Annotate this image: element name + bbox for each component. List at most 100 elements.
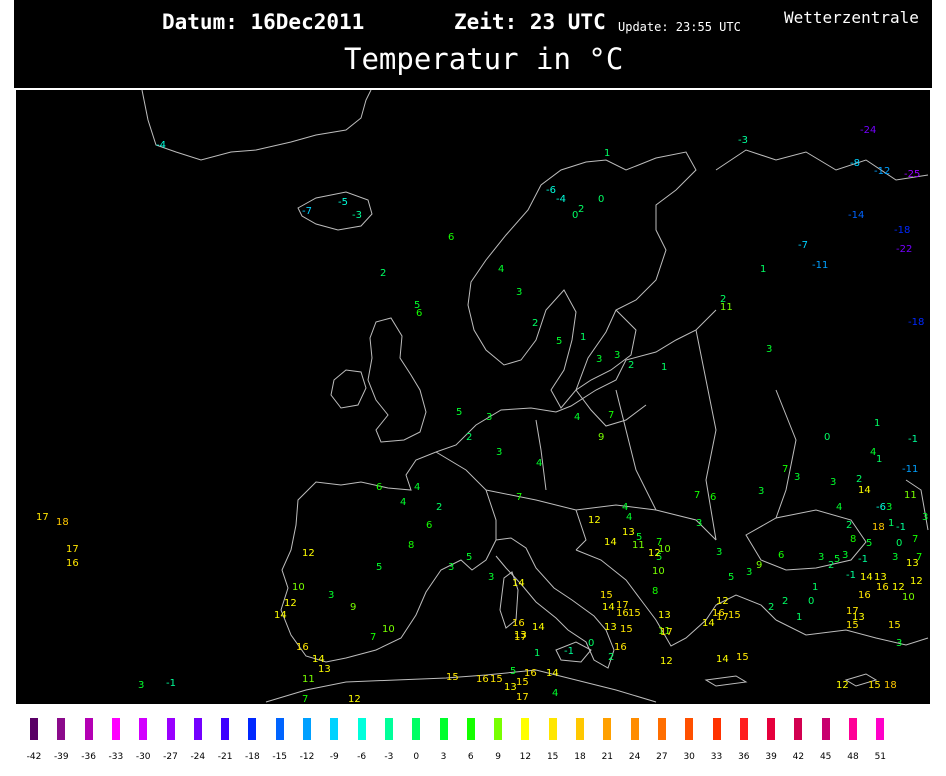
station-temperature: 14	[546, 668, 559, 679]
legend-swatch	[384, 718, 393, 740]
map-title: Temperatur in °C	[344, 42, 624, 76]
station-temperature: 16	[476, 674, 489, 685]
station-temperature: 5	[556, 336, 562, 347]
station-temperature: -3	[738, 135, 748, 146]
legend-tick-label: 21	[601, 752, 614, 762]
legend-tick-label: -18	[245, 752, 260, 762]
map-window: Datum: 16Dec2011 Zeit: 23 UTC Update: 23…	[14, 0, 932, 706]
station-temperature: 3	[830, 477, 836, 488]
station-temperature: 7	[782, 464, 788, 475]
station-temperature: 12	[348, 694, 361, 704]
station-temperature: -7	[302, 206, 312, 217]
legend-swatch	[548, 718, 557, 740]
station-temperature: 7	[694, 490, 700, 501]
station-temperature: 15	[868, 680, 881, 691]
legend-tick-label: -39	[53, 752, 69, 762]
station-temperature: 13	[318, 664, 331, 675]
legend-tick-label: 42	[792, 752, 805, 762]
station-temperature: 3	[138, 680, 144, 691]
legend-swatch	[876, 718, 885, 740]
temperature-map[interactable]: -4 -5 -3 -7 6 2 5 6 -3 -24 -8 -12 -25 -14 -7 -18 -22 -11-…	[14, 88, 932, 706]
station-temperature: 3	[886, 502, 892, 513]
station-temperature: 7	[370, 632, 376, 643]
legend-tick-label: 36	[738, 752, 750, 762]
legend-tick-label: -3	[384, 752, 394, 762]
station-temperature: 17	[660, 627, 673, 638]
station-temperature: 13	[504, 682, 517, 693]
station-temperature: 18	[884, 680, 897, 691]
station-temperature: 7	[916, 552, 922, 563]
station-temperature: -11	[812, 260, 828, 271]
station-temperature: 3	[696, 518, 702, 529]
station-temperature: 13	[604, 622, 617, 633]
station-temperature: 2	[608, 652, 614, 663]
station-temperature: 17	[846, 606, 859, 617]
legend-swatch	[357, 718, 366, 740]
station-temperature: 2	[436, 502, 442, 513]
source-label: Wetterzentrale	[784, 8, 919, 27]
legend-swatch	[57, 718, 66, 740]
station-temperature: -8	[850, 158, 860, 169]
station-temperature: -18	[894, 225, 910, 236]
station-temperature: 4	[414, 482, 420, 493]
station-temperature: 2	[768, 602, 774, 613]
station-temperature: 3	[496, 447, 502, 458]
station-temperature: -3	[352, 210, 362, 221]
legend-tick-label: 12	[519, 752, 532, 762]
legend-tick-label: -42	[26, 752, 42, 762]
station-temperature: 18	[56, 517, 69, 528]
station-temperature: 6	[448, 232, 454, 243]
station-temperature: -1	[846, 570, 856, 581]
station-temperature: 1	[874, 418, 880, 429]
legend-tick-label: 33	[710, 752, 723, 762]
legend-tick-label: 9	[495, 752, 501, 762]
station-temperature: 2	[856, 474, 862, 485]
station-temperature: 12	[836, 680, 849, 691]
legend-swatch	[330, 718, 339, 740]
station-temperature: -6	[876, 502, 886, 513]
station-temperature: 3	[896, 638, 902, 649]
legend-swatch	[193, 718, 202, 740]
station-temperature: 15	[600, 590, 613, 601]
legend-swatch	[576, 718, 584, 740]
legend-tick-label: -15	[272, 752, 288, 762]
legend-tick-label: -27	[163, 752, 178, 762]
station-temperature: 0	[598, 194, 604, 205]
station-temperature: 3	[488, 572, 494, 583]
station-temperature: -18	[908, 317, 924, 328]
legend-swatch	[767, 718, 776, 740]
station-temperature: 3	[818, 552, 824, 563]
station-temperature: 15	[446, 672, 459, 683]
station-temperature: 5	[728, 572, 734, 583]
legend-swatch	[603, 718, 612, 740]
station-temperature: 9	[350, 602, 356, 613]
station-temperature: 13	[658, 610, 671, 621]
station-temperature: 11	[302, 674, 315, 685]
legend-tick-label: -21	[217, 752, 233, 762]
station-temperature: 17	[36, 512, 49, 523]
station-temperature: 2	[628, 360, 634, 371]
station-temperature: 5	[456, 407, 462, 418]
map-header: Datum: 16Dec2011 Zeit: 23 UTC Update: 23…	[14, 0, 932, 88]
station-temperature: 7	[302, 694, 308, 704]
station-temperature: 14	[602, 602, 615, 613]
station-temperature: 13	[622, 527, 635, 538]
station-temperature: 8	[408, 540, 414, 551]
station-temperature: 3	[516, 287, 522, 298]
station-temperature: -1	[896, 522, 906, 533]
station-temperature: -4	[556, 194, 566, 205]
station-temperature: 14	[860, 572, 873, 583]
station-temperature: 10	[292, 582, 305, 593]
station-temperature: 5	[466, 552, 472, 563]
station-temperature: 4	[498, 264, 504, 275]
station-temperature: 10	[652, 566, 665, 577]
legend-tick-label: 45	[819, 752, 832, 762]
station-temperature: 2	[532, 318, 538, 329]
station-temperature: 2	[828, 560, 834, 571]
legend-tick-label: 39	[765, 752, 777, 762]
station-temperature: 8	[652, 586, 658, 597]
station-temperature: 7	[912, 534, 918, 545]
station-temperature: 3	[596, 354, 602, 365]
station-temperature: 16	[614, 642, 627, 653]
station-temperature: -1	[908, 434, 918, 445]
